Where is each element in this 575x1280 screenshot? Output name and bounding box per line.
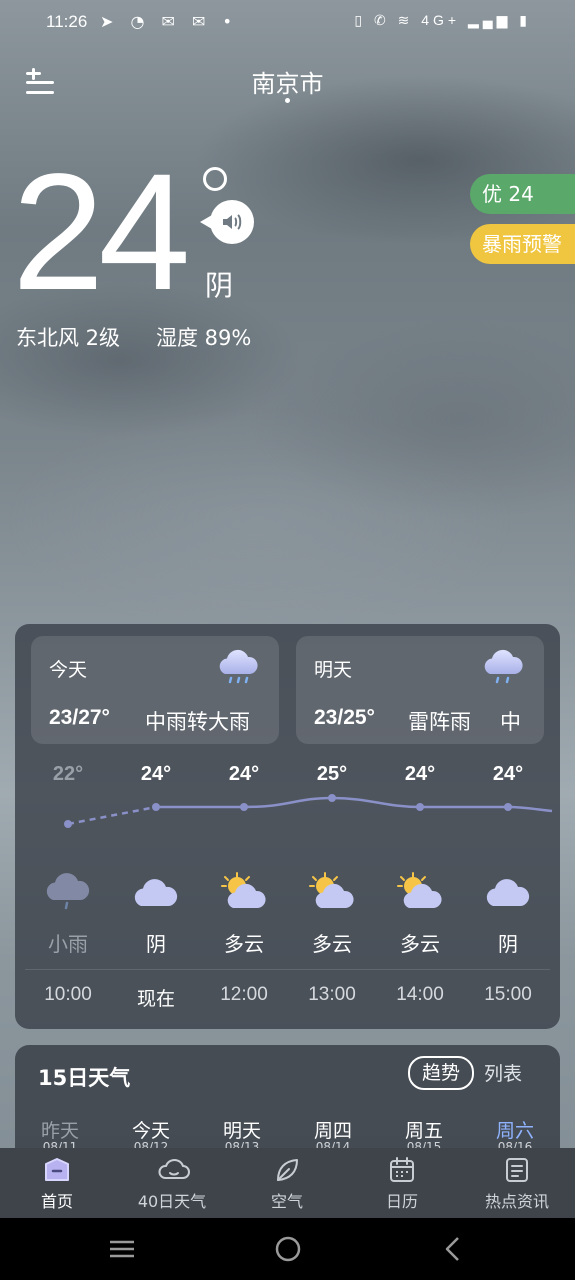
home-button-icon[interactable] xyxy=(273,1234,303,1264)
nav-label: 40日天气 xyxy=(137,1192,207,1211)
hour-time: 12:00 xyxy=(220,984,268,1005)
vibrate-icon: ▯ xyxy=(354,12,367,28)
recent-apps-icon[interactable] xyxy=(108,1234,136,1264)
current-temperature: 24 xyxy=(12,140,191,325)
today-card[interactable]: 今天 23/27° 中雨转大雨 xyxy=(31,636,279,744)
battery-icon: ▮ xyxy=(519,12,531,28)
partly-cloudy-icon xyxy=(221,872,266,908)
notification-icons: ➤ ◔ ✉ ✉ • xyxy=(100,12,238,31)
hour-point xyxy=(64,820,72,828)
hour-condition: 多云 xyxy=(400,932,440,956)
page-indicator-dot xyxy=(285,98,290,103)
weather-alert-badge[interactable]: 暴雨预警 xyxy=(470,224,575,264)
hour-time: 14:00 xyxy=(396,984,444,1005)
hourly-temp-curve xyxy=(64,794,553,828)
leaf-icon xyxy=(277,1159,298,1181)
day-label[interactable]: 今天 xyxy=(116,1116,186,1143)
voice-broadcast-button[interactable] xyxy=(200,200,254,244)
list-view-button[interactable]: 列表 xyxy=(484,1059,522,1086)
tomorrow-condition: 雷阵雨 xyxy=(408,710,471,734)
hour-time: 13:00 xyxy=(308,984,356,1005)
nav-40day[interactable]: 40日天气 xyxy=(117,1148,227,1218)
call-icon: ✆ xyxy=(373,12,390,28)
tomorrow-temp-range: 23/25° xyxy=(314,706,375,729)
trend-view-button[interactable]: 趋势 xyxy=(408,1056,474,1090)
city-title[interactable]: 南京市 xyxy=(0,64,575,99)
nav-label: 首页 xyxy=(40,1192,73,1211)
day-label[interactable]: 周四 xyxy=(298,1116,368,1143)
speaker-icon xyxy=(223,214,242,230)
cloud-icon xyxy=(486,879,530,906)
hour-point xyxy=(240,803,248,811)
hour-point xyxy=(152,803,160,811)
hour-time: 现在 xyxy=(136,989,175,1010)
hour-condition: 小雨 xyxy=(48,932,88,956)
hour-condition: 阴 xyxy=(146,932,166,956)
cloud-outline-icon xyxy=(158,1159,190,1179)
hour-point xyxy=(328,794,336,802)
partly-cloudy-icon xyxy=(309,872,354,908)
calendar-icon xyxy=(390,1157,414,1182)
home-icon xyxy=(45,1158,69,1181)
day-label[interactable]: 周五 xyxy=(389,1116,459,1143)
wifi-icon: ≋ xyxy=(397,12,414,28)
hour-point xyxy=(504,803,512,811)
humidity-info: 湿度 89% xyxy=(156,326,252,350)
nav-home[interactable]: 首页 xyxy=(2,1148,112,1218)
hour-condition: 阴 xyxy=(498,932,518,956)
news-icon xyxy=(506,1158,528,1182)
network-type: 4G+ xyxy=(421,12,461,28)
tomorrow-label: 明天 xyxy=(314,659,353,681)
day-label[interactable]: 昨天 xyxy=(25,1116,95,1143)
degree-symbol xyxy=(203,167,227,191)
hour-condition: 多云 xyxy=(312,932,352,956)
cloud-icon xyxy=(134,879,178,906)
nav-air[interactable]: 空气 xyxy=(232,1148,342,1218)
nav-news[interactable]: 热点资讯 xyxy=(462,1148,572,1218)
today-label: 今天 xyxy=(49,659,88,681)
rain-cloud-icon xyxy=(484,649,523,684)
nav-calendar[interactable]: 日历 xyxy=(347,1148,457,1218)
partly-cloudy-icon xyxy=(397,872,442,908)
nav-label: 热点资讯 xyxy=(484,1192,549,1211)
current-condition: 阴 xyxy=(205,269,234,302)
tomorrow-card[interactable]: 明天 23/25° 雷阵雨 中 xyxy=(296,636,544,744)
hour-condition: 多云 xyxy=(224,932,264,956)
hour-point xyxy=(416,803,424,811)
forecast-15day-title: 15日天气 xyxy=(38,1066,131,1090)
system-status-icons: ▯ ✆ ≋ 4G+ ▂▄▆ ▮ xyxy=(354,12,531,29)
divider xyxy=(25,969,550,970)
day-label[interactable]: 周六 xyxy=(480,1116,550,1143)
nav-label: 日历 xyxy=(385,1192,418,1211)
tomorrow-condition-next: 中 xyxy=(500,710,521,734)
status-time: 11:26 xyxy=(46,12,88,31)
back-icon[interactable] xyxy=(440,1234,464,1264)
rain-cloud-icon xyxy=(46,873,90,910)
hour-time: 15:00 xyxy=(484,984,532,1005)
day-label[interactable]: 明天 xyxy=(207,1116,277,1143)
hour-time: 10:00 xyxy=(44,984,92,1005)
nav-label: 空气 xyxy=(270,1192,303,1211)
aqi-badge[interactable]: 优 24 xyxy=(470,174,575,214)
today-condition: 中雨转大雨 xyxy=(145,710,250,734)
wind-info: 东北风 2级 xyxy=(16,326,121,350)
rain-cloud-icon xyxy=(219,649,258,684)
today-temp-range: 23/27° xyxy=(49,706,110,729)
signal-icon: ▂▄▆ xyxy=(467,12,512,28)
